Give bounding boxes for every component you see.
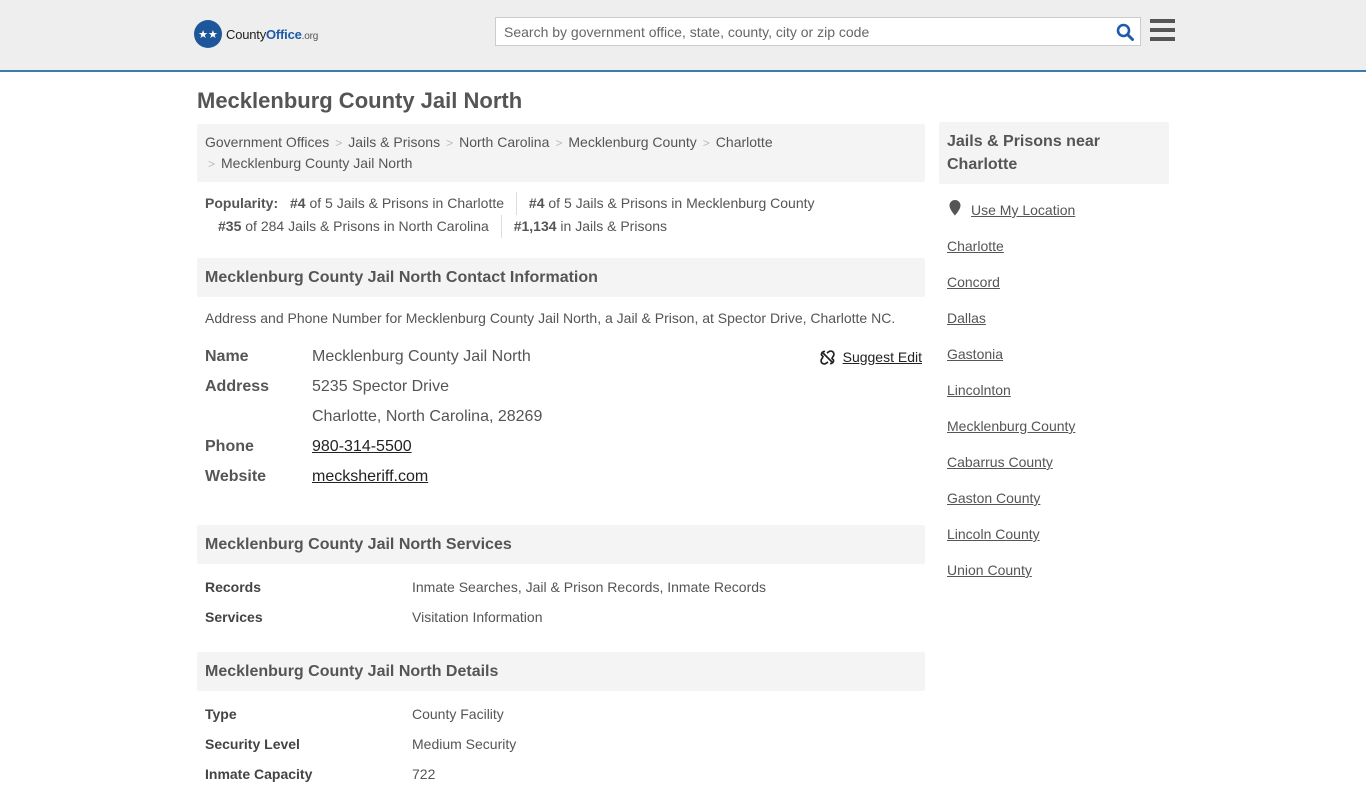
breadcrumb-north-carolina[interactable]: North Carolina [459,134,549,150]
logo-text-org: .org [301,30,319,42]
popularity-item: #4 of 5 Jails & Prisons in Charlotte [290,192,518,215]
logo-text-county: County [226,26,266,42]
map-pin-icon [949,200,961,216]
services-row: Services Visitation Information [205,609,543,625]
details-row: Security Level Medium Security [205,736,517,752]
phone-link[interactable]: 980-314-5500 [312,438,412,455]
main-content: Government Offices > Jails & Prisons > North… [197,124,925,789]
sidebar-link-item: Cabarrus County [947,452,1169,488]
search-input[interactable] [496,18,1110,45]
sidebar-link-item: Concord [947,272,1169,308]
popularity-label: Popularity: [205,195,279,211]
site-header: ★★ CountyOffice.org [0,0,1366,72]
sidebar-link-item: Lincolnton [947,380,1169,416]
sidebar: Jails & Prisons near Charlotte Use My Lo… [939,122,1169,596]
contact-description: Address and Phone Number for Mecklenburg… [205,310,896,326]
sidebar-link-cabarrus-county[interactable]: Cabarrus County [947,454,1053,470]
breadcrumb-mecklenburg-county[interactable]: Mecklenburg County [568,134,696,150]
details-heading: Mecklenburg County Jail North Details [197,652,925,691]
contact-heading: Mecklenburg County Jail North Contact In… [197,258,925,297]
sidebar-link-gaston-county[interactable]: Gaston County [947,490,1040,506]
breadcrumb-separator: > [208,157,216,171]
sidebar-link-item: Gastonia [947,344,1169,380]
logo-text-office: Office [266,26,302,42]
search-icon [1116,23,1134,41]
use-my-location-link[interactable]: Use My Location [971,200,1075,220]
sidebar-link-dallas[interactable]: Dallas [947,310,986,326]
page-title: Mecklenburg County Jail North [197,88,523,113]
website-link[interactable]: mecksheriff.com [312,468,428,485]
site-logo[interactable]: ★★ CountyOffice.org [194,20,318,48]
popularity-item: #35 of 284 Jails & Prisons in North Caro… [218,215,502,238]
unlink-icon [819,349,835,365]
popularity-item: #1,134 in Jails & Prisons [513,218,668,234]
sidebar-link-lincolnton[interactable]: Lincolnton [947,382,1011,398]
sidebar-link-union-county[interactable]: Union County [947,562,1032,578]
services-table: Records Inmate Searches, Jail & Prison Re… [197,572,925,632]
sidebar-link-lincoln-county[interactable]: Lincoln County [947,526,1040,542]
sidebar-link-item: Lincoln County [947,524,1169,560]
breadcrumb-separator: > [335,136,343,150]
sidebar-link-item: Charlotte [947,236,1169,272]
suggest-edit-link[interactable]: Suggest Edit [843,349,922,365]
search-button[interactable] [1110,18,1140,45]
use-my-location[interactable]: Use My Location [947,200,1169,236]
breadcrumb: Government Offices > Jails & Prisons > North… [197,124,925,182]
sidebar-link-item: Mecklenburg County [947,416,1169,452]
sidebar-heading: Jails & Prisons near Charlotte [939,122,1169,184]
details-row: Type County Facility [205,706,504,722]
services-row: Records Inmate Searches, Jail & Prison Re… [205,579,767,595]
sidebar-link-concord[interactable]: Concord [947,274,1000,290]
popularity-item: #4 of 5 Jails & Prisons in Mecklenburg C… [528,195,815,211]
sidebar-link-charlotte[interactable]: Charlotte [947,238,1004,254]
suggest-edit[interactable]: Suggest Edit [819,342,922,372]
popularity: Popularity: #4 of 5 Jails & Prisons in C… [197,182,925,238]
info-row-address: Address 5235 Spector Drive [205,378,449,395]
breadcrumb-separator: > [555,136,563,150]
info-row-website: Website mecksheriff.com [205,468,429,485]
eagle-logo-icon: ★★ [194,20,222,48]
details-table: Type County Facility Security Level Medium… [197,699,925,789]
search-bar [495,17,1141,46]
breadcrumb-charlotte[interactable]: Charlotte [716,134,773,150]
sidebar-link-gastonia[interactable]: Gastonia [947,346,1003,362]
info-row-phone: Phone 980-314-5500 [205,438,412,455]
hamburger-menu-icon[interactable] [1150,19,1175,41]
breadcrumb-separator: > [446,136,454,150]
sidebar-link-item: Gaston County [947,488,1169,524]
contact-info: Suggest Edit Name Mecklenburg County Jail… [197,342,925,492]
info-row-name: Name Mecklenburg County Jail North [205,348,531,365]
info-row-address-2: Charlotte, North Carolina, 28269 [312,408,543,425]
breadcrumb-jails-prisons[interactable]: Jails & Prisons [348,134,440,150]
details-row: Inmate Capacity 722 [205,766,436,782]
breadcrumb-current: Mecklenburg County Jail North [221,155,413,171]
breadcrumb-government-offices[interactable]: Government Offices [205,134,329,150]
breadcrumb-separator: > [702,136,710,150]
services-heading: Mecklenburg County Jail North Services [197,525,925,564]
sidebar-link-item: Union County [947,560,1169,596]
sidebar-link-item: Dallas [947,308,1169,344]
sidebar-list: Use My Location Charlotte Concord Dallas… [939,200,1169,596]
sidebar-link-mecklenburg-county[interactable]: Mecklenburg County [947,418,1075,434]
